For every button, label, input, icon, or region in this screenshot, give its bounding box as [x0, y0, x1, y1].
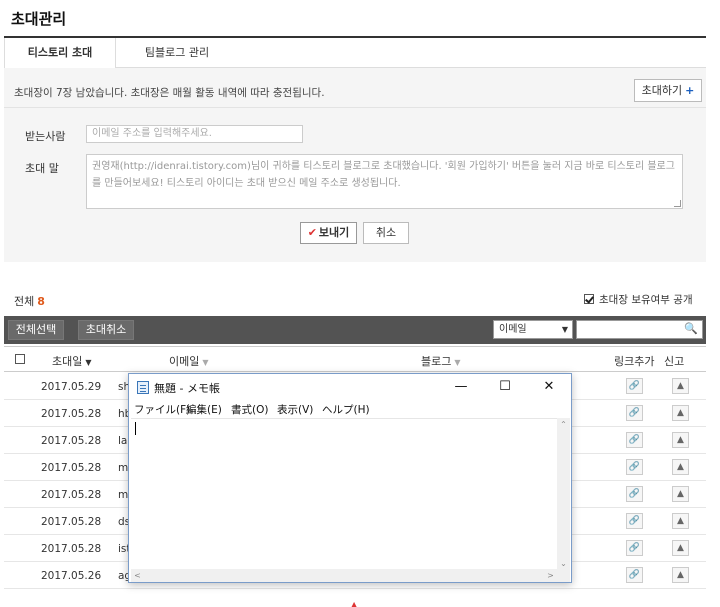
report-icon[interactable]: ▲	[672, 567, 689, 583]
row-date: 2017.05.28	[41, 516, 102, 528]
menu-file[interactable]: ファイル(F)	[134, 402, 190, 417]
link-icon[interactable]: 🔗	[626, 540, 643, 556]
link-icon[interactable]: 🔗	[626, 567, 643, 583]
tab-team-blog[interactable]: 팀블로그 관리	[116, 38, 238, 69]
row-email: m	[118, 462, 129, 474]
total-label: 전체	[14, 295, 35, 308]
menu-view[interactable]: 表示(V)	[277, 402, 313, 417]
scroll-up-icon[interactable]: ⌃	[557, 418, 570, 431]
column-email[interactable]: 이메일 ▼	[169, 353, 209, 369]
column-date[interactable]: 초대일 ▼	[52, 353, 92, 369]
column-link: 링크추가	[614, 355, 655, 368]
column-report: 신고	[664, 355, 685, 368]
report-icon[interactable]: ▲	[672, 486, 689, 502]
minimize-icon[interactable]: —	[439, 374, 483, 400]
vertical-scrollbar[interactable]: ⌃ ⌄	[557, 418, 570, 570]
invite-message-text: 권영재(http://idenrai.tistory.com)님이 귀하를 티스…	[92, 161, 675, 189]
row-email: m	[118, 489, 129, 501]
table-header: 초대일 ▼ 이메일 ▼ 블로그 ▼ 링크추가 신고	[4, 346, 706, 372]
menu-edit[interactable]: 編集(E)	[186, 402, 222, 417]
row-date: 2017.05.28	[41, 543, 102, 555]
menu-format[interactable]: 書式(O)	[231, 402, 268, 417]
cancel-button[interactable]: 취소	[363, 222, 409, 244]
total-count: 전체 8	[14, 293, 45, 309]
sort-icon: ▼	[454, 358, 461, 367]
notepad-text-area[interactable]	[131, 418, 557, 570]
page-title: 초대관리	[11, 10, 67, 28]
invite-notice: 초대장이 7장 남았습니다. 초대장은 매월 활동 내역에 따라 충전됩니다.	[14, 87, 325, 99]
row-email: la	[118, 435, 128, 447]
send-button-label: 보내기	[318, 226, 350, 239]
public-checkbox[interactable]	[584, 294, 594, 304]
text-caret	[135, 422, 136, 435]
column-email-label: 이메일	[169, 355, 200, 368]
row-date: 2017.05.28	[41, 489, 102, 501]
dropdown-arrow-icon: ▼	[561, 325, 568, 334]
report-icon[interactable]: ▲	[672, 540, 689, 556]
notepad-title-bar[interactable]: 無題 - メモ帳 — ☐ ✕	[129, 374, 571, 400]
close-icon[interactable]: ✕	[527, 374, 571, 400]
send-button[interactable]: ✔ 보내기	[300, 222, 357, 244]
scroll-right-icon[interactable]: >	[544, 569, 557, 582]
resize-grip-icon[interactable]	[674, 200, 681, 207]
select-all-button[interactable]: 전체선택	[8, 320, 64, 340]
search-field-value: 이메일	[499, 324, 527, 335]
maximize-icon[interactable]: ☐	[483, 374, 527, 400]
invite-message-textarea[interactable]: 권영재(http://idenrai.tistory.com)님이 귀하를 티스…	[86, 154, 683, 209]
search-input[interactable]: 🔍	[576, 320, 703, 339]
message-label: 초대 말	[25, 162, 59, 175]
public-toggle[interactable]: 초대장 보유여부 공개	[584, 292, 693, 307]
pager-marker-icon: ▲	[351, 600, 358, 607]
invite-button[interactable]: 초대하기 +	[634, 79, 702, 102]
column-blog[interactable]: 블로그 ▼	[421, 353, 461, 369]
link-icon[interactable]: 🔗	[626, 405, 643, 421]
select-all-checkbox[interactable]	[15, 354, 25, 364]
report-icon[interactable]: ▲	[672, 378, 689, 394]
report-icon[interactable]: ▲	[672, 459, 689, 475]
row-date: 2017.05.28	[41, 435, 102, 447]
report-icon[interactable]: ▲	[672, 513, 689, 529]
menu-help[interactable]: ヘルプ(H)	[322, 402, 370, 417]
row-date: 2017.05.28	[41, 408, 102, 420]
public-label: 초대장 보유여부 공개	[599, 294, 693, 306]
column-blog-label: 블로그	[421, 355, 452, 368]
notepad-title: 無題 - メモ帳	[154, 382, 220, 395]
notepad-window: 無題 - メモ帳 — ☐ ✕ ファイル(F) 編集(E) 書式(O) 表示(V)…	[128, 373, 572, 583]
check-icon: ✔	[307, 226, 317, 239]
invite-button-label: 초대하기	[641, 84, 683, 97]
scroll-left-icon[interactable]: <	[131, 569, 144, 582]
size-grip-icon[interactable]	[557, 569, 570, 582]
invite-form-panel: 초대장이 7장 남았습니다. 초대장은 매월 활동 내역에 따라 충전됩니다. …	[4, 68, 706, 262]
row-date: 2017.05.29	[41, 381, 102, 393]
tab-tistory-invite[interactable]: 티스토리 초대	[4, 38, 116, 71]
divider	[4, 107, 706, 108]
tab-bar: 티스토리 초대 팀블로그 관리	[4, 36, 706, 71]
link-icon[interactable]: 🔗	[626, 432, 643, 448]
row-date: 2017.05.28	[41, 462, 102, 474]
link-icon[interactable]: 🔗	[626, 486, 643, 502]
sort-desc-icon: ▼	[85, 358, 92, 367]
notepad-menu-bar: ファイル(F) 編集(E) 書式(O) 表示(V) ヘルプ(H)	[129, 400, 571, 418]
recipient-email-input[interactable]: 이메일 주소를 입력해주세요.	[86, 125, 303, 143]
link-icon[interactable]: 🔗	[626, 513, 643, 529]
total-count-value: 8	[37, 295, 45, 308]
sort-icon: ▼	[202, 358, 209, 367]
link-icon[interactable]: 🔗	[626, 459, 643, 475]
link-icon[interactable]: 🔗	[626, 378, 643, 394]
search-field-select[interactable]: 이메일 ▼	[493, 320, 573, 339]
report-icon[interactable]: ▲	[672, 405, 689, 421]
list-toolbar: 전체선택 초대취소 이메일 ▼ 🔍	[4, 316, 706, 344]
search-icon[interactable]: 🔍	[684, 322, 698, 335]
horizontal-scrollbar[interactable]: < >	[131, 569, 557, 582]
recipient-label: 받는사람	[25, 130, 66, 143]
column-date-label: 초대일	[52, 355, 83, 368]
report-icon[interactable]: ▲	[672, 432, 689, 448]
cancel-invite-button[interactable]: 초대취소	[78, 320, 134, 340]
plus-icon: +	[685, 84, 695, 97]
notepad-app-icon	[137, 381, 149, 394]
row-date: 2017.05.26	[41, 570, 102, 582]
